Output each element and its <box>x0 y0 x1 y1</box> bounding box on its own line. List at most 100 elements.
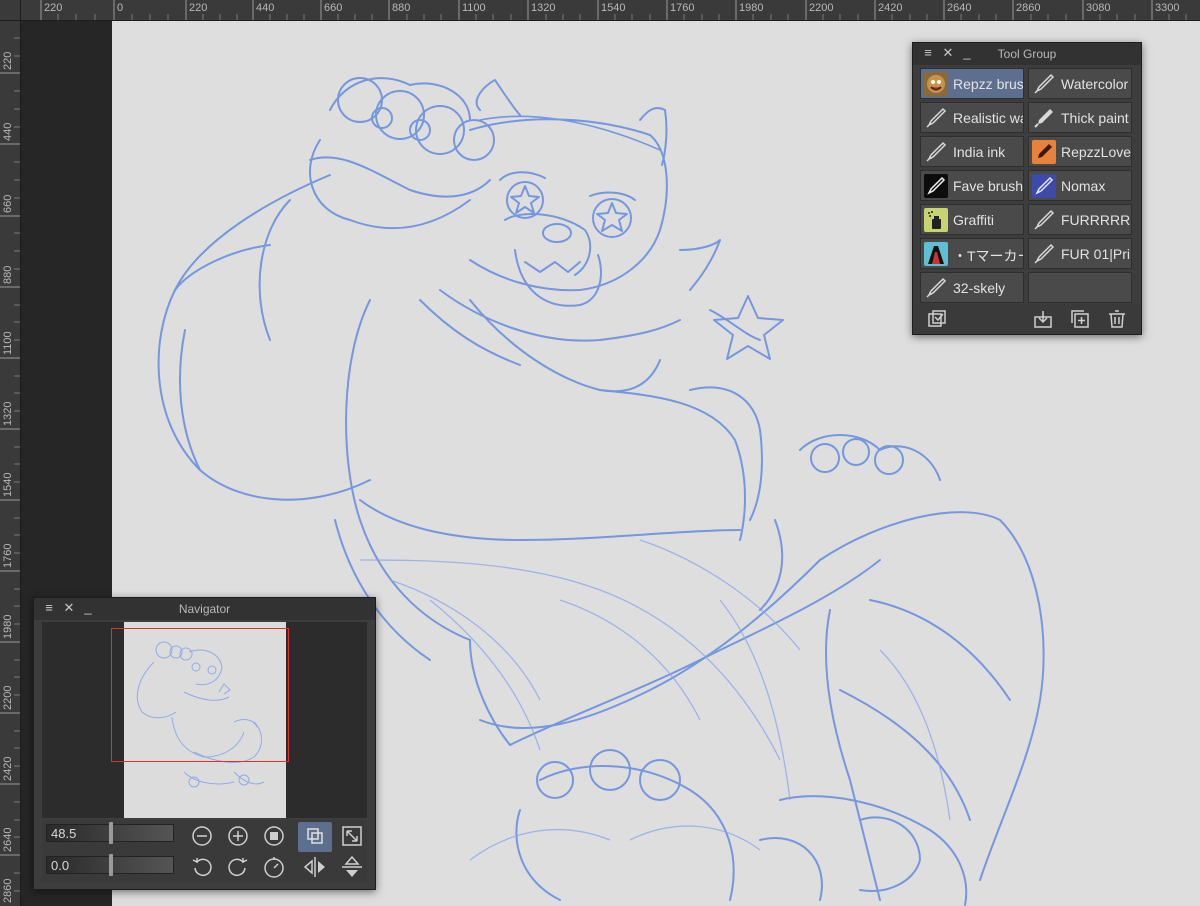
tool-item-label: FURRRRRRR <box>1061 212 1131 228</box>
ruler-label: 1100 <box>2 331 14 355</box>
ruler-label: 1540 <box>601 2 626 14</box>
tool-item-label: Fave brushes <box>953 178 1024 194</box>
tool-item-repzz-brush[interactable]: Repzz brush <box>920 68 1024 99</box>
tool-item-furrrrrrr[interactable]: FURRRRRRR <box>1028 204 1132 235</box>
tool-item-label: 32-skely <box>953 280 1006 296</box>
ruler-label: 880 <box>392 2 411 14</box>
ruler-label: 1100 <box>462 2 486 14</box>
checkbox-list-icon[interactable] <box>927 309 947 329</box>
ruler-label: 1980 <box>2 614 14 639</box>
ruler-label: 220 <box>44 2 63 14</box>
pen-icon <box>926 107 947 128</box>
ruler-label: 0 <box>117 2 124 14</box>
vertical-ruler: 220 440 660 880 1100 1320 1540 1760 1980… <box>0 20 21 906</box>
tool-group-panel: ≡ ✕ _ Tool Group Repzz brush Watercolor … <box>912 42 1142 335</box>
blue-pen-icon <box>1032 174 1056 198</box>
zoom-in-icon[interactable] <box>225 823 251 849</box>
tool-item-fur-01-print[interactable]: FUR 01|Print <box>1028 238 1132 269</box>
rotate-left-icon[interactable] <box>189 854 215 880</box>
tool-item-label: Nomax <box>1061 178 1106 194</box>
tool-item-label: Realistic watercolor <box>953 110 1023 126</box>
fit-to-screen-icon[interactable] <box>298 822 332 852</box>
navigator-title: Navigator <box>178 602 231 616</box>
ruler-label: 2420 <box>878 2 903 14</box>
tool-item-india-ink[interactable]: India ink <box>920 136 1024 167</box>
ruler-label: 660 <box>2 194 14 213</box>
tool-item-t-marker[interactable]: ・Tマーカー <box>920 238 1024 269</box>
orange-marker-icon <box>1032 140 1056 164</box>
navigator-header: ≡ ✕ _ Navigator <box>34 598 375 620</box>
tool-item-label: ・Tマーカー <box>953 248 1024 264</box>
tool-group-header: ≡ ✕ _ Tool Group <box>913 43 1141 65</box>
duplicate-icon[interactable] <box>1070 309 1090 329</box>
tool-item-thick-paint[interactable]: Thick paint <box>1028 102 1132 133</box>
navigator-controls: 48.5 0.0 <box>42 820 367 882</box>
tool-item-label: Repzz brush <box>953 76 1024 92</box>
ruler-label: 1320 <box>2 401 14 426</box>
ruler-label: 440 <box>256 2 275 14</box>
tool-item-empty-slot <box>1028 272 1132 303</box>
tool-item-repzzlovely[interactable]: RepzzLovely <box>1028 136 1132 167</box>
navigator-panel: ≡ ✕ _ Navigator 48.5 0.0 <box>33 597 376 890</box>
ruler-label: 220 <box>189 2 208 14</box>
ruler-label: 660 <box>324 2 343 14</box>
tool-item-32-skely[interactable]: 32-skely <box>920 272 1024 303</box>
tool-item-fave-brushes[interactable]: Fave brushes <box>920 170 1024 201</box>
tool-group-title: Tool Group <box>997 47 1057 61</box>
tool-group-footer <box>913 304 1141 334</box>
tool-item-label: RepzzLovely <box>1061 144 1132 160</box>
ruler-label: 1540 <box>2 472 14 497</box>
tool-item-label: FUR 01|Print <box>1061 246 1131 262</box>
tool-item-graffiti[interactable]: Graffiti <box>920 204 1024 235</box>
marker-thumb-icon <box>924 242 948 266</box>
ruler-label: 1760 <box>670 2 695 14</box>
reset-rotation-icon[interactable] <box>261 854 287 880</box>
rotation-slider-knob[interactable] <box>109 854 113 876</box>
tool-item-label: Graffiti <box>953 212 994 228</box>
ruler-label: 2860 <box>2 878 14 903</box>
zoom-out-icon[interactable] <box>189 823 215 849</box>
tool-item-label: India ink <box>953 144 1006 160</box>
rotation-value: 0.0 <box>51 858 70 873</box>
ruler-label: 880 <box>2 265 14 284</box>
pen-icon <box>1034 73 1055 94</box>
ruler-label: 3080 <box>1086 2 1111 14</box>
ruler-label: 1980 <box>739 2 764 14</box>
tool-item-realistic-watercolor[interactable]: Realistic watercolor <box>920 102 1024 133</box>
ruler-label: 1760 <box>2 543 14 568</box>
tool-item-label: Watercolor <box>1061 76 1129 92</box>
zoom-slider-knob[interactable] <box>109 822 113 844</box>
ruler-label: 440 <box>2 122 14 141</box>
flip-horizontal-icon[interactable] <box>302 854 328 880</box>
rotation-slider[interactable]: 0.0 <box>46 854 174 876</box>
ruler-label: 2200 <box>2 685 14 710</box>
ruler-label: 3300 <box>1155 2 1180 14</box>
pen-icon <box>926 277 947 298</box>
zoom-slider[interactable]: 48.5 <box>46 822 174 844</box>
rotate-right-icon[interactable] <box>225 854 251 880</box>
ruler-label: 2640 <box>2 827 14 852</box>
paint-tube-icon <box>1034 109 1053 128</box>
flip-vertical-icon[interactable] <box>339 854 365 880</box>
ruler-label: 220 <box>2 51 14 70</box>
tool-item-watercolor[interactable]: Watercolor <box>1028 68 1132 99</box>
navigator-preview[interactable] <box>42 622 367 818</box>
trash-icon[interactable] <box>1107 309 1127 329</box>
pen-icon <box>1034 243 1055 264</box>
actual-size-icon[interactable] <box>261 823 287 849</box>
ruler-label: 1320 <box>531 2 556 14</box>
spray-icon <box>924 208 948 232</box>
tool-item-nomax[interactable]: Nomax <box>1028 170 1132 201</box>
ruler-label: 2860 <box>1016 2 1041 14</box>
import-icon[interactable] <box>1033 309 1053 329</box>
tool-item-label: Thick paint <box>1061 110 1129 126</box>
pen-icon <box>926 141 947 162</box>
viewport-frame[interactable] <box>111 628 289 762</box>
ruler-label: 2640 <box>947 2 972 14</box>
ruler-label: 2420 <box>2 756 14 781</box>
fit-window-icon[interactable] <box>339 823 365 849</box>
ruler-corner <box>0 0 21 21</box>
black-pen-icon <box>924 174 948 198</box>
avatar-thumb-icon <box>924 72 948 96</box>
ruler-label: 2200 <box>809 2 834 14</box>
